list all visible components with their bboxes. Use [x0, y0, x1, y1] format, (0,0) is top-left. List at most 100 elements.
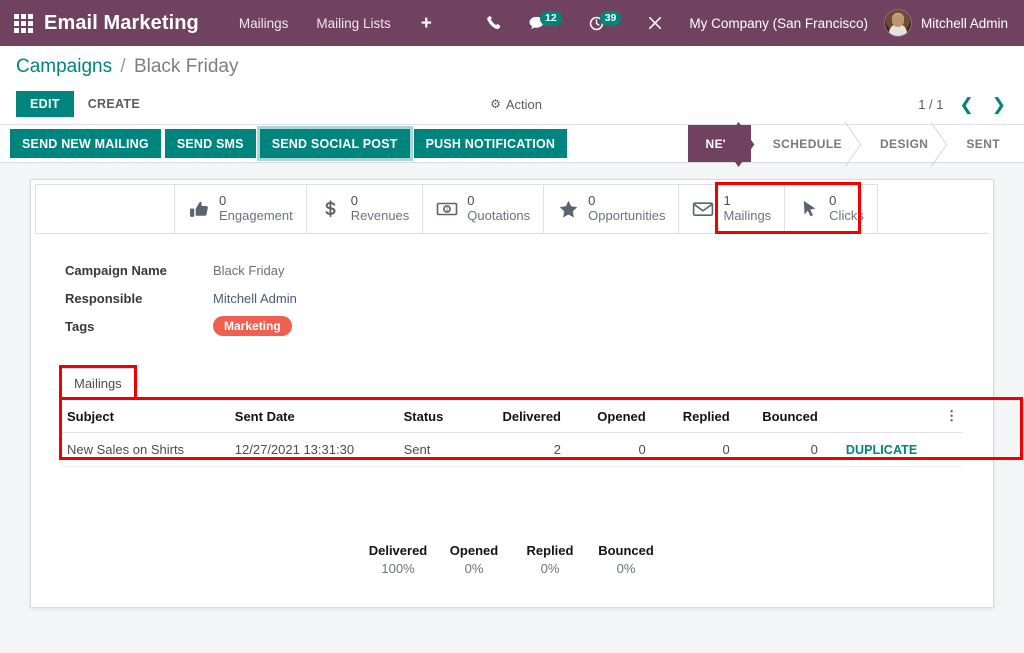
cell-duplicate-action: DUPLICATE [840, 433, 939, 467]
vertical-dots-icon[interactable]: ⋮ [938, 400, 963, 433]
sheet-container: 0 Engagement 0 Revenues 1 [0, 163, 1024, 608]
pager-counter[interactable]: 1 / 1 [918, 97, 943, 112]
user-menu[interactable]: Mitchell Admin [884, 9, 1010, 37]
aggregate-bounced: Bounced 0% [588, 543, 664, 576]
chevron-right-icon[interactable]: ❯ [990, 96, 1008, 113]
stat-button-opportunities[interactable]: 0 Opportunities [544, 184, 679, 233]
star-icon [557, 198, 579, 220]
banknote-icon: 1 [436, 198, 458, 220]
tools-icon[interactable] [634, 11, 677, 36]
stat-text-revenues: 0 Revenues [351, 194, 410, 223]
stat-value-mailings: 1 [723, 194, 771, 209]
column-header-status[interactable]: Status [398, 400, 487, 433]
send-social-post-button[interactable]: SEND SOCIAL POST [260, 129, 410, 158]
user-name-label: Mitchell Admin [921, 16, 1008, 31]
action-menu-label: Action [506, 97, 542, 112]
table-row[interactable]: New Sales on Shirts 12/27/2021 13:31:30 … [61, 433, 963, 467]
dollar-icon [320, 198, 342, 220]
tag-badge-marketing[interactable]: Marketing [213, 316, 292, 336]
stat-button-revenues[interactable]: 0 Revenues [307, 184, 424, 233]
status-step-new[interactable]: NEW [688, 125, 751, 162]
chevron-left-icon[interactable]: ❮ [958, 96, 976, 113]
column-header-subject[interactable]: Subject [61, 400, 229, 433]
push-notification-button[interactable]: PUSH NOTIFICATION [414, 129, 568, 158]
notebook-tab-mailings[interactable]: Mailings [61, 368, 135, 400]
edit-button[interactable]: EDIT [16, 91, 74, 117]
table-body: New Sales on Shirts 12/27/2021 13:31:30 … [61, 433, 963, 467]
cell-bounced[interactable]: 0 [752, 433, 840, 467]
company-selector[interactable]: My Company (San Francisco) [677, 16, 884, 31]
status-step-schedule[interactable]: SCHEDULE [751, 125, 858, 162]
breadcrumb-parent[interactable]: Campaigns [16, 56, 112, 77]
cell-replied[interactable]: 0 [668, 433, 752, 467]
app-brand-title[interactable]: Email Marketing [44, 12, 199, 35]
column-header-delivered[interactable]: Delivered [487, 400, 583, 433]
messages-badge: 12 [540, 11, 562, 26]
aggregate-label-replied: Replied [512, 543, 588, 558]
status-step-design[interactable]: DESIGN [858, 125, 944, 162]
field-value-responsible[interactable]: Mitchell Admin [213, 291, 297, 306]
notebook: Mailings Subject Sent Date Status Delive… [61, 368, 963, 576]
field-label-tags: Tags [65, 319, 213, 334]
field-value-campaign-name[interactable]: Black Friday [213, 263, 285, 278]
form-fields: Campaign Name Black Friday Responsible M… [31, 234, 993, 340]
field-row-tags: Tags Marketing [65, 312, 993, 340]
duplicate-button[interactable]: DUPLICATE [846, 443, 918, 457]
create-button[interactable]: CREATE [74, 91, 154, 117]
status-step-sent[interactable]: SENT [944, 125, 1024, 162]
aggregate-value-replied: 0% [512, 561, 588, 576]
column-header-replied[interactable]: Replied [668, 400, 752, 433]
breadcrumb: Campaigns / Black Friday [16, 56, 1008, 84]
stat-button-quotations[interactable]: 1 0 Quotations [423, 184, 544, 233]
control-panel-actions: EDIT CREATE ⚙ Action 1 / 1 ❮ ❯ [16, 84, 1008, 124]
stat-value-opportunities: 0 [588, 194, 665, 209]
table-header-row: Subject Sent Date Status Delivered Opene… [61, 400, 963, 433]
stat-value-revenues: 0 [351, 194, 410, 209]
action-menu[interactable]: ⚙ Action [490, 97, 542, 112]
cell-opened[interactable]: 0 [583, 433, 668, 467]
column-header-bounced[interactable]: Bounced [752, 400, 840, 433]
button-bar-spacer [569, 125, 687, 162]
aggregate-label-delivered: Delivered [360, 543, 436, 558]
activities-icon[interactable]: 39 [575, 11, 635, 36]
cell-delivered[interactable]: 2 [487, 433, 583, 467]
cell-status[interactable]: Sent [398, 433, 487, 467]
stat-label-opportunities: Opportunities [588, 209, 665, 224]
notebook-tabs: Mailings [61, 368, 963, 400]
messages-icon[interactable]: 12 [515, 11, 575, 36]
cursor-arrow-icon [798, 198, 820, 220]
activities-badge: 39 [600, 11, 622, 26]
send-sms-button[interactable]: SEND SMS [165, 129, 256, 158]
mailings-list-table: Subject Sent Date Status Delivered Opene… [61, 400, 963, 467]
aggregate-opened: Opened 0% [436, 543, 512, 576]
aggregate-replied: Replied 0% [512, 543, 588, 576]
gear-icon: ⚙ [490, 97, 501, 111]
phone-icon[interactable] [473, 11, 515, 35]
aggregate-value-bounced: 0% [588, 561, 664, 576]
cell-sent-date[interactable]: 12/27/2021 13:31:30 [229, 433, 398, 467]
pager: 1 / 1 ❮ ❯ [918, 96, 1008, 113]
send-new-mailing-button[interactable]: SEND NEW MAILING [10, 129, 161, 158]
apps-grid-icon[interactable] [8, 8, 38, 38]
stat-text-engagement: 0 Engagement [219, 194, 293, 223]
stat-button-engagement[interactable]: 0 Engagement [175, 184, 307, 233]
nav-item-mailings[interactable]: Mailings [225, 10, 303, 37]
envelope-icon [692, 198, 714, 220]
stat-button-clicks[interactable]: 0 Clicks [785, 184, 878, 233]
breadcrumb-separator: / [120, 56, 125, 77]
stat-cell-empty [35, 184, 175, 233]
field-label-campaign-name: Campaign Name [65, 263, 213, 278]
stat-button-mailings[interactable]: 1 Mailings [679, 184, 785, 233]
form-sheet: 0 Engagement 0 Revenues 1 [30, 179, 994, 608]
cell-subject[interactable]: New Sales on Shirts [61, 433, 229, 467]
aggregate-label-bounced: Bounced [588, 543, 664, 558]
svg-text:1: 1 [446, 207, 449, 213]
nav-item-mailing-lists[interactable]: Mailing Lists [302, 10, 404, 37]
status-bar: NEW SCHEDULE DESIGN SENT [688, 125, 1024, 162]
stat-text-clicks: 0 Clicks [829, 194, 864, 223]
column-header-opened[interactable]: Opened [583, 400, 668, 433]
top-navbar: Email Marketing Mailings Mailing Lists +… [0, 0, 1024, 46]
column-header-sent-date[interactable]: Sent Date [229, 400, 398, 433]
nav-add-icon[interactable]: + [405, 12, 448, 35]
stat-text-quotations: 0 Quotations [467, 194, 530, 223]
